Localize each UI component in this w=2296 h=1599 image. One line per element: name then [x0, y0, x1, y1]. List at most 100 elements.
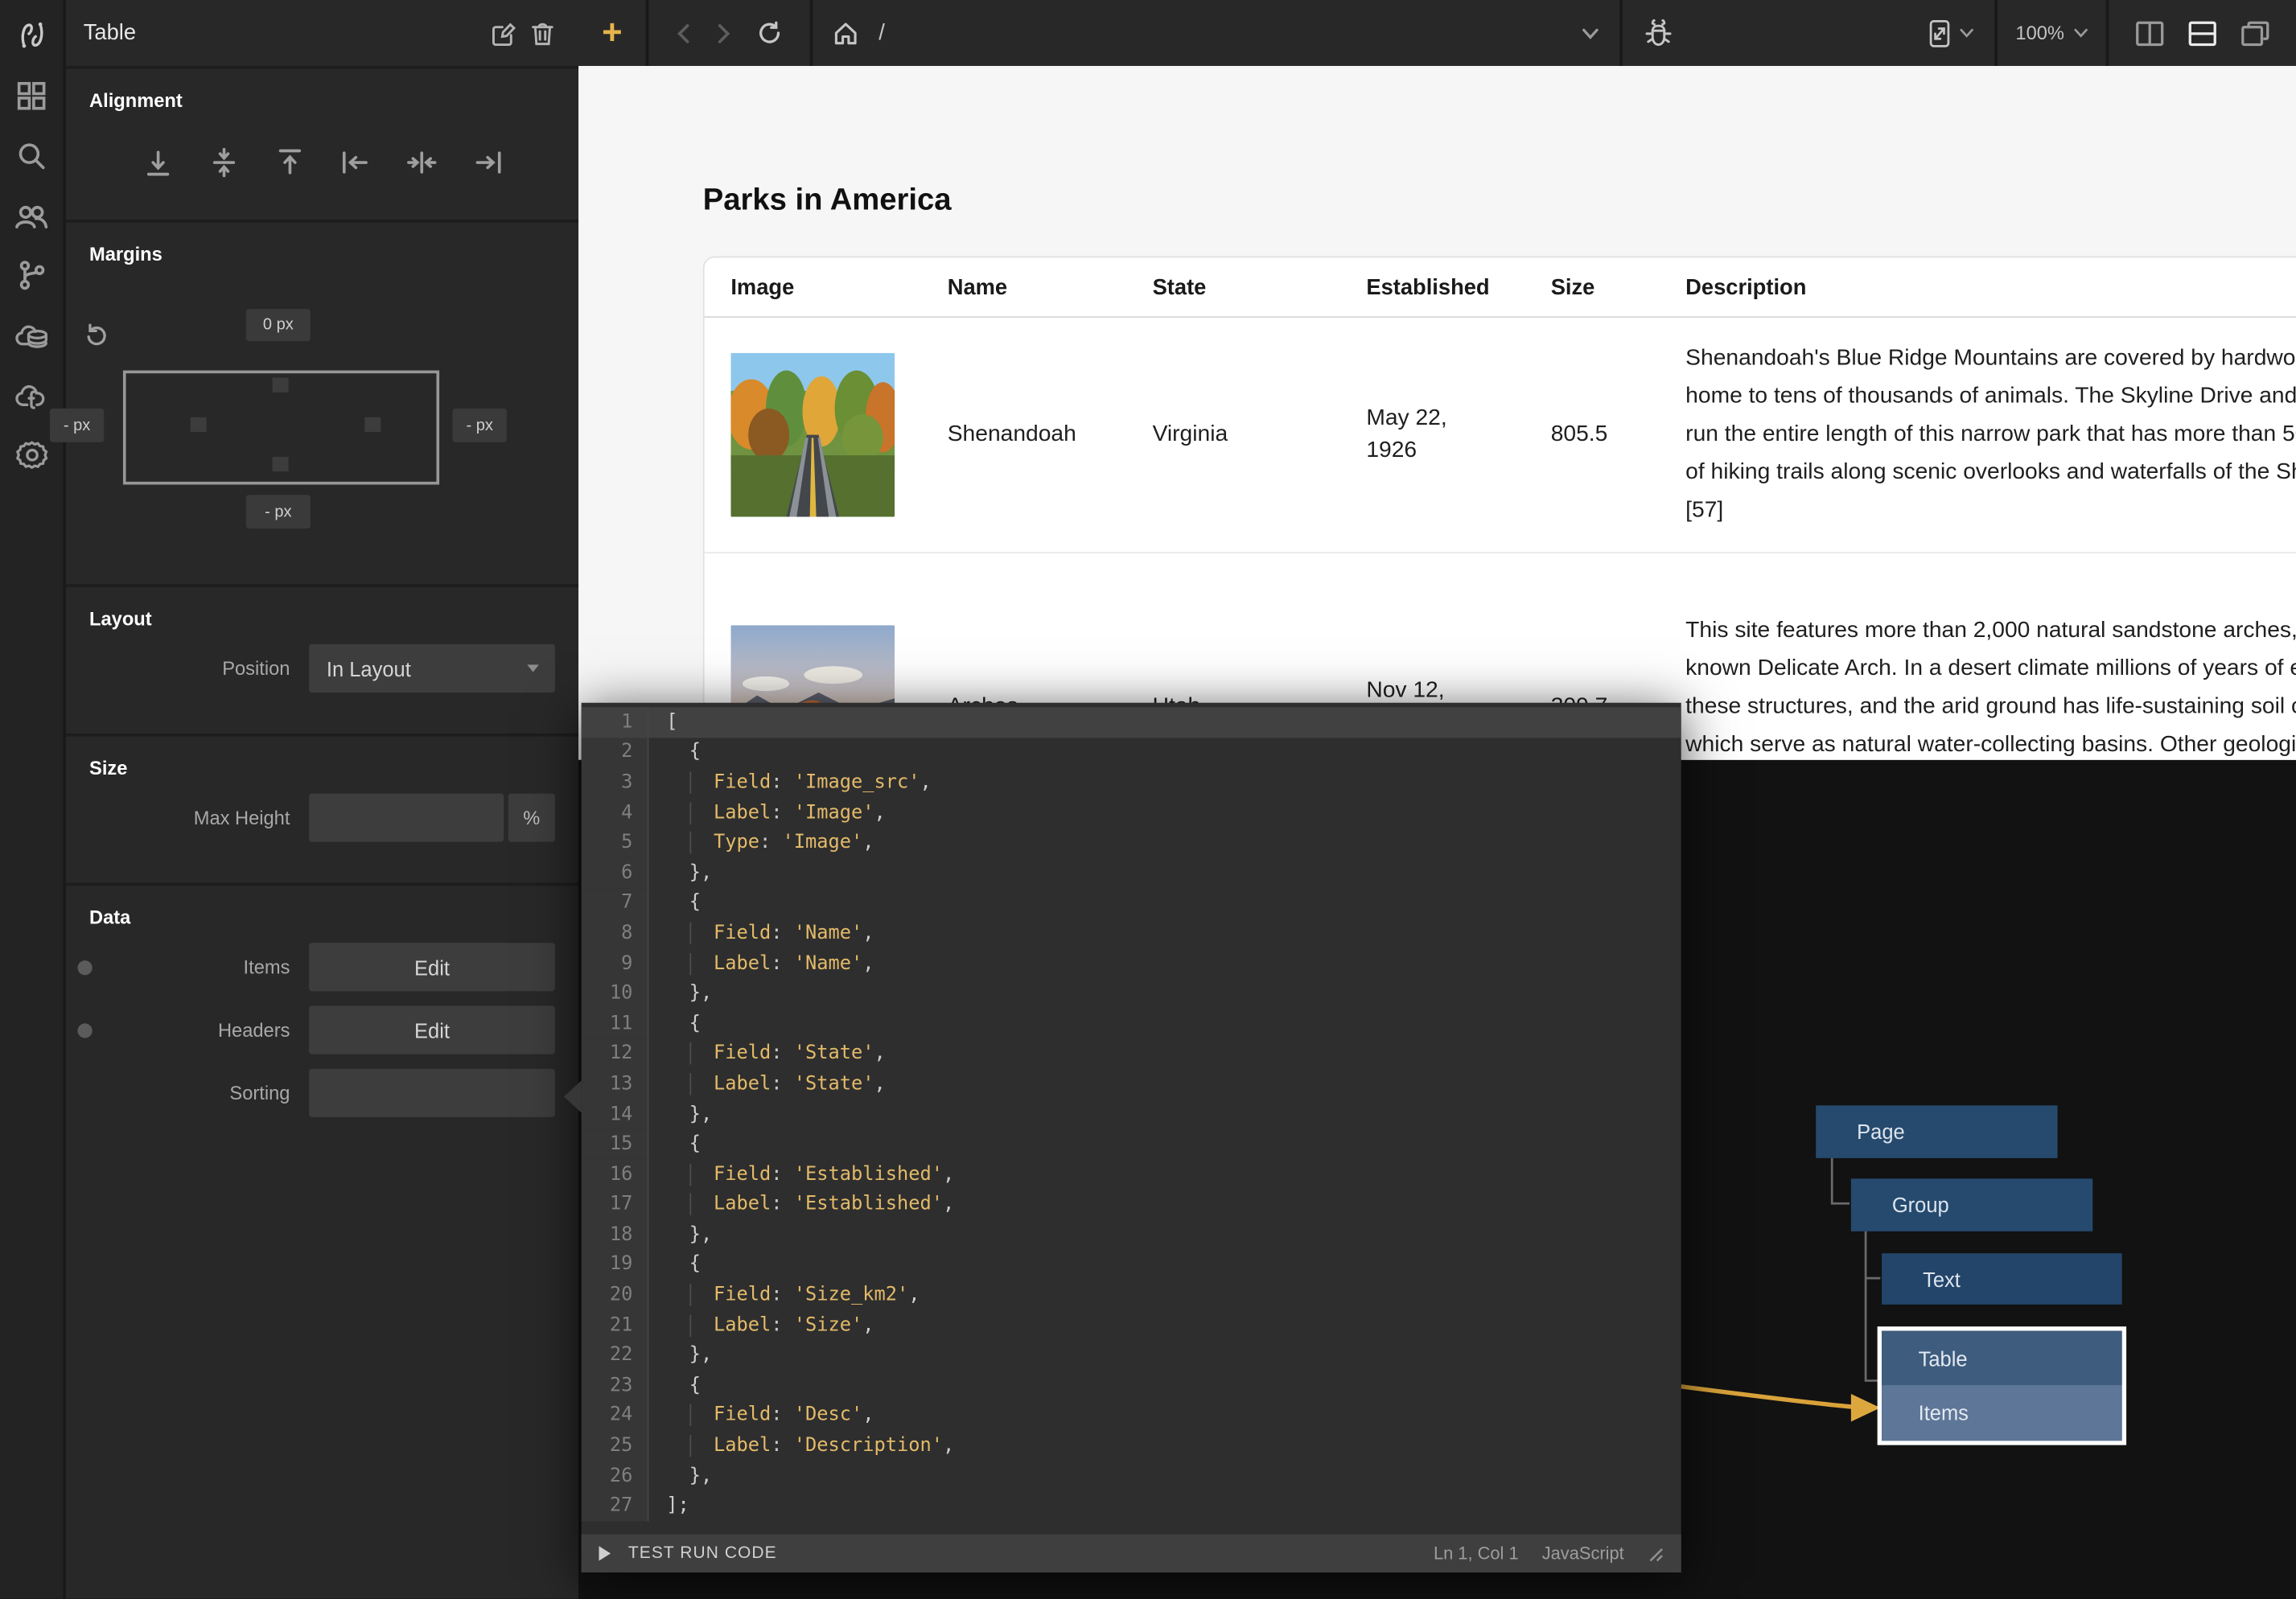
- settings-icon[interactable]: [14, 438, 49, 473]
- code-line[interactable]: 9 Label: 'Name',: [582, 948, 1681, 978]
- align-bottom-icon[interactable]: [142, 146, 174, 179]
- code-line[interactable]: 27];: [582, 1491, 1681, 1521]
- code-line[interactable]: 3 Field: 'Image_src',: [582, 767, 1681, 797]
- margin-right-value[interactable]: - px: [452, 409, 506, 442]
- node-group[interactable]: Group: [1851, 1178, 2092, 1231]
- home-icon[interactable]: [833, 21, 858, 44]
- search-icon[interactable]: [14, 138, 49, 173]
- code-line[interactable]: 18 },: [582, 1219, 1681, 1249]
- url-bar[interactable]: /: [813, 0, 1619, 66]
- headers-port[interactable]: [77, 1022, 92, 1037]
- max-height-unit[interactable]: %: [508, 794, 555, 842]
- cell-established: May 22, 1926: [1340, 403, 1524, 467]
- margins-label: Margins: [89, 243, 555, 265]
- margin-left-value[interactable]: - px: [50, 409, 104, 442]
- viewport-dropdown-icon[interactable]: [1959, 28, 1973, 39]
- resize-grip-icon[interactable]: [1648, 1545, 1664, 1561]
- column-header-image: Image: [705, 274, 921, 299]
- margin-right-handle[interactable]: [364, 417, 381, 432]
- split-columns-icon[interactable]: [2135, 20, 2164, 47]
- headers-label: Headers: [89, 1019, 309, 1041]
- code-line[interactable]: 19 {: [582, 1250, 1681, 1280]
- align-top-icon[interactable]: [273, 146, 305, 179]
- code-line[interactable]: 16 Field: 'Established',: [582, 1160, 1681, 1190]
- cloud-functions-icon[interactable]: [14, 378, 49, 413]
- code-line[interactable]: 10 },: [582, 979, 1681, 1009]
- line-number: 5: [582, 828, 649, 857]
- node-text[interactable]: Text: [1882, 1253, 2122, 1305]
- app-window: Table Alignment: [0, 0, 2296, 1599]
- line-number: 12: [582, 1039, 649, 1069]
- trash-icon[interactable]: [523, 14, 561, 51]
- code-text: Label: 'Size',: [648, 1314, 874, 1336]
- node-page[interactable]: Page: [1816, 1105, 2057, 1158]
- margin-top-handle[interactable]: [273, 378, 289, 393]
- debug-bug-icon[interactable]: [1643, 18, 1673, 47]
- code-text: },: [648, 1465, 712, 1486]
- code-line[interactable]: 26 },: [582, 1461, 1681, 1490]
- cloud-services-icon[interactable]: [14, 318, 49, 353]
- code-line[interactable]: 20 Field: 'Size_km2',: [582, 1280, 1681, 1309]
- back-icon[interactable]: [677, 23, 689, 43]
- code-line[interactable]: 6 },: [582, 858, 1681, 888]
- code-line[interactable]: 8 Field: 'Name',: [582, 919, 1681, 948]
- code-line[interactable]: 4 Label: 'Image',: [582, 798, 1681, 828]
- code-line[interactable]: 12 Field: 'State',: [582, 1039, 1681, 1069]
- size-section: Size Max Height %: [66, 737, 578, 886]
- code-line[interactable]: 21 Label: 'Size',: [582, 1310, 1681, 1340]
- stacked-windows-icon[interactable]: [2240, 20, 2269, 47]
- zoom-control[interactable]: 100%: [1998, 0, 2106, 66]
- left-icon-rail: [0, 0, 66, 1599]
- headers-edit-button[interactable]: Edit: [309, 1006, 555, 1054]
- code-line[interactable]: 14 },: [582, 1100, 1681, 1129]
- margin-top-value[interactable]: 0 px: [246, 309, 311, 341]
- position-select[interactable]: In Layout: [309, 644, 555, 693]
- margin-left-handle[interactable]: [191, 417, 207, 432]
- split-rows-icon[interactable]: [2188, 20, 2217, 47]
- code-line[interactable]: 11 {: [582, 1009, 1681, 1038]
- line-number: 8: [582, 919, 649, 948]
- node-table-items-port[interactable]: Items: [1882, 1385, 2122, 1441]
- components-icon[interactable]: [14, 77, 49, 113]
- align-center-horizontal-icon[interactable]: [405, 146, 437, 179]
- code-line[interactable]: 5 Type: 'Image',: [582, 828, 1681, 857]
- code-line[interactable]: 2 {: [582, 738, 1681, 767]
- test-run-code-button[interactable]: TEST RUN CODE: [628, 1544, 777, 1562]
- line-number: 16: [582, 1160, 649, 1190]
- code-line[interactable]: 15 {: [582, 1129, 1681, 1159]
- code-editor[interactable]: 1[2 {3 Field: 'Image_src',4 Label: 'Imag…: [582, 703, 1681, 1535]
- node-table-selected[interactable]: Table Items: [1878, 1326, 2126, 1445]
- line-number: 18: [582, 1219, 649, 1249]
- forward-icon[interactable]: [717, 23, 730, 43]
- max-height-input[interactable]: [309, 794, 504, 842]
- sorting-input[interactable]: [309, 1069, 555, 1117]
- align-center-vertical-icon[interactable]: [208, 146, 240, 179]
- code-line[interactable]: 7 {: [582, 888, 1681, 918]
- position-label: Position: [89, 657, 309, 679]
- add-node-button[interactable]: +: [578, 0, 646, 66]
- code-line[interactable]: 24 Field: 'Desc',: [582, 1400, 1681, 1430]
- reset-margins-icon[interactable]: [84, 321, 113, 350]
- code-line[interactable]: 1[: [582, 707, 1681, 737]
- code-line[interactable]: 13 Label: 'State',: [582, 1069, 1681, 1099]
- margin-bottom-handle[interactable]: [273, 457, 289, 471]
- margin-bottom-value[interactable]: - px: [246, 495, 311, 528]
- code-line[interactable]: 23 {: [582, 1371, 1681, 1400]
- code-line[interactable]: 22 },: [582, 1340, 1681, 1370]
- refresh-icon[interactable]: [758, 20, 783, 45]
- items-port[interactable]: [77, 960, 92, 974]
- code-line[interactable]: 25 Label: 'Description',: [582, 1431, 1681, 1461]
- version-control-icon[interactable]: [14, 257, 49, 293]
- items-edit-button[interactable]: Edit: [309, 943, 555, 991]
- route-dropdown[interactable]: [1582, 27, 1599, 39]
- line-number: 22: [582, 1340, 649, 1370]
- code-line[interactable]: 17 Label: 'Established',: [582, 1190, 1681, 1219]
- users-icon[interactable]: [14, 198, 49, 233]
- responsive-preview-icon[interactable]: [1928, 18, 1949, 47]
- column-header-description: Description: [1659, 274, 2296, 299]
- align-left-icon[interactable]: [339, 146, 371, 179]
- align-right-icon[interactable]: [471, 146, 503, 179]
- edit-icon[interactable]: [485, 14, 523, 51]
- node-table-row[interactable]: Table: [1882, 1331, 2122, 1385]
- debug-section: [1623, 0, 1907, 66]
